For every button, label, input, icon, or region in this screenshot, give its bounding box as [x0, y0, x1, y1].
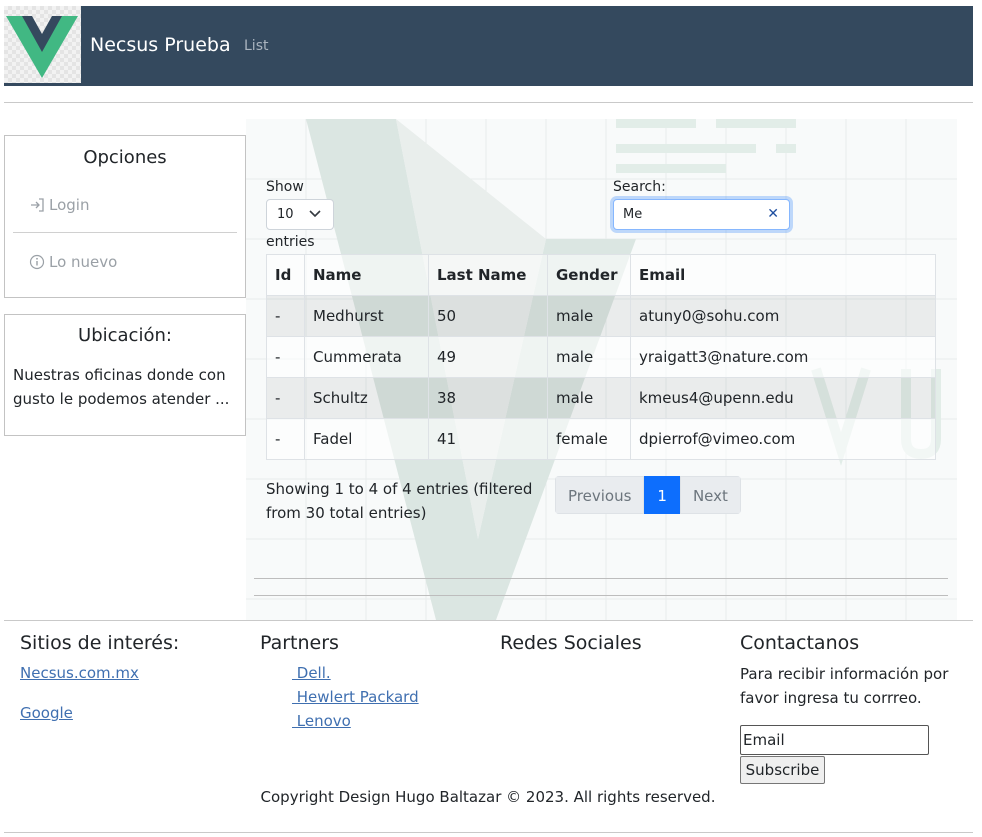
vue-logo-icon[interactable] [4, 6, 81, 83]
entries-length-value: 10 [277, 207, 294, 222]
login-icon [31, 198, 44, 212]
footer-divider [4, 620, 973, 621]
clear-search-icon[interactable]: ✕ [767, 206, 779, 222]
cell-gender: female [547, 418, 631, 460]
table-info: Showing 1 to 4 of 4 entries (filtered fr… [266, 480, 533, 522]
cell-email: atuny0@sohu.com [630, 295, 936, 337]
footer-link-necsus[interactable]: Necsus.com.mx [20, 664, 139, 682]
footer-link-dell[interactable]: Dell. [292, 664, 331, 682]
footer-partners-title: Partners [260, 632, 339, 654]
cell-name: Schultz [304, 377, 429, 419]
footer-contact-text: Para recibir información por favor ingre… [740, 665, 949, 707]
content-divider [254, 578, 948, 579]
cell-gender: male [547, 377, 631, 419]
footer-link-lenovo[interactable]: Lenovo [292, 712, 351, 730]
table-row[interactable]: - Schultz 38 male kmeus4@upenn.edu [266, 377, 936, 419]
info-icon [29, 254, 45, 270]
cell-email: kmeus4@upenn.edu [630, 377, 936, 419]
search-input-value: Me [623, 207, 643, 222]
cell-gender: male [547, 336, 631, 378]
location-text: Nuestras oficinas donde con gusto le pod… [13, 366, 230, 408]
column-header-last-name[interactable]: Last Name [428, 254, 548, 296]
email-field[interactable]: Email [740, 725, 929, 755]
table-header-row: Id Name Last Name Gender Email [266, 254, 936, 296]
table-row[interactable]: - Cummerata 49 male yraigatt3@nature.com [266, 336, 936, 378]
footer-link-hp[interactable]: Hewlert Packard [292, 688, 419, 706]
options-card: Opciones Login Lo nuevo [4, 135, 246, 298]
navbar: Necsus Prueba List [4, 6, 973, 86]
cell-name: Medhurst [304, 295, 429, 337]
cell-email: dpierrof@vimeo.com [630, 418, 936, 460]
footer-sites-title: Sitios de interés: [20, 632, 180, 654]
cell-id: - [266, 418, 305, 460]
cell-email: yraigatt3@nature.com [630, 336, 936, 378]
column-header-name[interactable]: Name [304, 254, 429, 296]
cell-id: - [266, 336, 305, 378]
cell-last-name: 38 [428, 377, 548, 419]
cell-last-name: 41 [428, 418, 548, 460]
length-show-label: Show [266, 179, 304, 195]
next-page-button[interactable]: Next [679, 476, 741, 514]
cell-id: - [266, 377, 305, 419]
footer-contact-title: Contactanos [740, 632, 860, 654]
sidebar-item-login[interactable]: Login [29, 196, 89, 214]
column-header-id[interactable]: Id [266, 254, 305, 296]
nav-link-list[interactable]: List [244, 38, 268, 54]
copyright-text: Copyright Design Hugo Baltazar © 2023. A… [260, 788, 716, 806]
options-divider [13, 232, 237, 233]
cell-name: Cummerata [304, 336, 429, 378]
cell-gender: male [547, 295, 631, 337]
brand-title[interactable]: Necsus Prueba [90, 34, 231, 56]
footer-link-google[interactable]: Google [20, 704, 73, 722]
location-title: Ubicación: [78, 325, 172, 346]
cell-name: Fadel [304, 418, 429, 460]
location-card: Ubicación: Nuestras oficinas donde con g… [4, 314, 246, 436]
data-table: Id Name Last Name Gender Email - Medhurs… [266, 254, 936, 460]
content-divider [254, 595, 948, 596]
sidebar-item-label: Lo nuevo [49, 253, 118, 271]
search-input[interactable]: Me ✕ [613, 199, 790, 230]
entries-length-select[interactable]: 10 [266, 199, 334, 230]
cell-id: - [266, 295, 305, 337]
pagination: Previous 1 Next [555, 476, 741, 514]
table-row[interactable]: - Fadel 41 female dpierrof@vimeo.com [266, 418, 936, 460]
cell-last-name: 49 [428, 336, 548, 378]
sidebar-item-lo-nuevo[interactable]: Lo nuevo [29, 253, 117, 271]
main-content: Show 10 entries Search: Me ✕ Id Name Las… [246, 119, 957, 620]
length-entries-label: entries [266, 234, 315, 250]
column-header-email[interactable]: Email [630, 254, 936, 296]
header-divider [4, 102, 973, 103]
table-row[interactable]: - Medhurst 50 male atuny0@sohu.com [266, 295, 936, 337]
options-title: Opciones [83, 147, 167, 168]
footer-social-title: Redes Sociales [500, 632, 642, 654]
page-1-button[interactable]: 1 [644, 476, 680, 514]
subscribe-button[interactable]: Subscribe [740, 756, 825, 784]
cell-last-name: 50 [428, 295, 548, 337]
previous-page-button[interactable]: Previous [555, 476, 645, 514]
column-header-gender[interactable]: Gender [547, 254, 631, 296]
sidebar-item-label: Login [49, 196, 90, 214]
bottom-divider [4, 832, 973, 833]
search-label: Search: [613, 179, 666, 195]
chevron-down-icon [309, 210, 321, 218]
